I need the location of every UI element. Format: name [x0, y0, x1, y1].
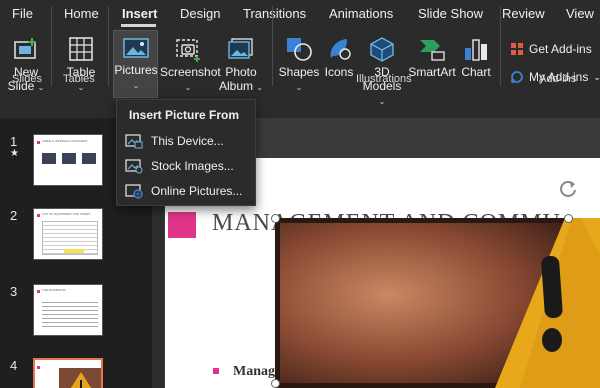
photo-album-label-2: Album	[218, 79, 253, 93]
slide-picture[interactable]	[275, 218, 600, 388]
slide-number-4: 4	[10, 358, 18, 373]
menu-item-label: Online Pictures...	[151, 184, 243, 198]
tab-file[interactable]: File	[12, 6, 33, 21]
smartart-button[interactable]: SmartArt	[408, 36, 456, 79]
star-icon: ★	[10, 148, 19, 159]
slide-thumbnail-1[interactable]: TABLE & INTERNAL DOCUMENT	[33, 134, 103, 186]
slide-number-1: 1	[10, 134, 18, 149]
thumb-image	[59, 368, 101, 388]
ribbon-divider	[51, 6, 52, 86]
warning-icon	[70, 372, 92, 388]
menu-item-this-device[interactable]: This Device...	[125, 130, 250, 152]
menu-item-stock-images[interactable]: Stock Images...	[125, 155, 250, 177]
group-label-illustrations: Illustrations	[356, 73, 412, 85]
thumb-title-mark	[37, 214, 40, 217]
dropdown-title: Insert Picture From	[129, 108, 240, 122]
table-icon	[69, 37, 93, 61]
thumb-title: THE EXHIBITION	[42, 288, 66, 292]
chevron-down-icon: ⌄	[132, 81, 140, 90]
thumb-title-mark	[37, 290, 40, 293]
icons-button[interactable]: Icons	[322, 36, 356, 79]
slide-thumbnail-2[interactable]: LIST OF EQUIPMENT AND USERS	[33, 208, 103, 260]
pictures-label: Pictures	[114, 63, 158, 77]
new-slide-button[interactable]: New Slide ⌄	[6, 36, 46, 95]
menu-bar: File Home Insert Design Transitions Anim…	[0, 0, 600, 28]
group-label-slides: Slides	[12, 73, 42, 85]
chart-label: Chart	[461, 65, 491, 79]
tab-animations[interactable]: Animations	[329, 6, 393, 21]
device-picture-icon	[125, 134, 143, 149]
icons-icon	[330, 39, 351, 60]
bullet-mark	[213, 368, 219, 374]
addins-icon	[511, 71, 523, 83]
new-slide-icon	[14, 38, 36, 59]
photo-album-icon	[228, 38, 253, 59]
smartart-icon	[420, 40, 445, 61]
tab-design[interactable]: Design	[180, 6, 220, 21]
slide-thumbnail-4[interactable]	[33, 358, 103, 388]
store-icon	[511, 43, 523, 55]
thumb-title-mark	[37, 141, 40, 144]
picture-icon	[123, 38, 149, 58]
online-pictures-icon	[125, 184, 143, 199]
icons-label: Icons	[324, 65, 354, 79]
shapes-button[interactable]: Shapes ⌄	[278, 36, 320, 95]
thumb-image	[62, 153, 76, 164]
thumb-title: TABLE & INTERNAL DOCUMENT	[42, 139, 88, 143]
thumb-text	[42, 299, 98, 329]
resize-handle-top-left[interactable]	[271, 214, 280, 223]
thumb-image	[42, 153, 56, 164]
chevron-down-icon: ⌄	[593, 71, 600, 82]
tab-view[interactable]: View	[566, 6, 594, 21]
warning-sign-image	[275, 218, 600, 388]
slide-number-3: 3	[10, 284, 18, 299]
rotate-handle-icon[interactable]	[557, 178, 579, 200]
shapes-label: Shapes	[278, 65, 320, 79]
thumb-title: LIST OF EQUIPMENT AND USERS	[42, 212, 91, 216]
bullet-text[interactable]: Manag	[233, 364, 275, 380]
group-label-addins: Add-ins	[539, 73, 577, 85]
menu-item-label: This Device...	[151, 134, 224, 148]
chevron-down-icon: ⌄	[295, 83, 303, 92]
ribbon-divider	[108, 6, 109, 86]
get-addins-button[interactable]: Get Add-ins	[510, 42, 592, 56]
tab-insert[interactable]: Insert	[122, 6, 157, 21]
title-accent-mark	[168, 212, 196, 238]
screenshot-button[interactable]: Screenshot ⌄	[160, 36, 221, 95]
screenshot-label: Screenshot	[160, 65, 221, 79]
group-label-tables: Tables	[63, 73, 95, 85]
tab-transitions[interactable]: Transitions	[243, 6, 306, 21]
tab-home[interactable]: Home	[64, 6, 99, 21]
thumb-image	[82, 153, 96, 164]
smartart-label: SmartArt	[408, 65, 456, 79]
ribbon-divider	[500, 6, 501, 86]
slide-thumbnail-3[interactable]: THE EXHIBITION	[33, 284, 103, 336]
menu-item-label: Stock Images...	[151, 159, 234, 173]
tab-review[interactable]: Review	[502, 6, 545, 21]
get-addins-label: Get Add-ins	[529, 42, 592, 56]
pictures-button[interactable]: Pictures ⌄	[114, 36, 158, 93]
cube-icon	[370, 37, 394, 62]
shapes-icon	[287, 38, 312, 61]
resize-handle-bottom-left[interactable]	[271, 379, 280, 388]
table-button[interactable]: Table ⌄	[60, 36, 102, 95]
chevron-down-icon: ⌄	[256, 83, 264, 92]
thumb-title-mark	[37, 366, 40, 369]
active-tab-indicator	[121, 24, 156, 27]
photo-album-label-1: Photo	[225, 65, 257, 79]
photo-album-button[interactable]: Photo Album ⌄	[218, 36, 264, 95]
chevron-down-icon: ⌄	[184, 83, 192, 92]
screenshot-icon	[176, 39, 200, 62]
tab-slide-show[interactable]: Slide Show	[418, 6, 483, 21]
thumb-highlight	[64, 249, 84, 253]
chart-icon	[465, 39, 487, 61]
stock-images-icon	[125, 159, 143, 174]
insert-picture-dropdown: Insert Picture From This Device... Stock…	[116, 99, 256, 206]
slide-number-2: 2	[10, 208, 18, 223]
resize-handle-top-middle[interactable]	[564, 214, 573, 223]
menu-item-online-pictures[interactable]: Online Pictures...	[125, 180, 250, 202]
chevron-down-icon: ⌄	[378, 97, 386, 106]
ribbon-divider	[272, 6, 273, 86]
chart-button[interactable]: Chart	[458, 36, 494, 79]
